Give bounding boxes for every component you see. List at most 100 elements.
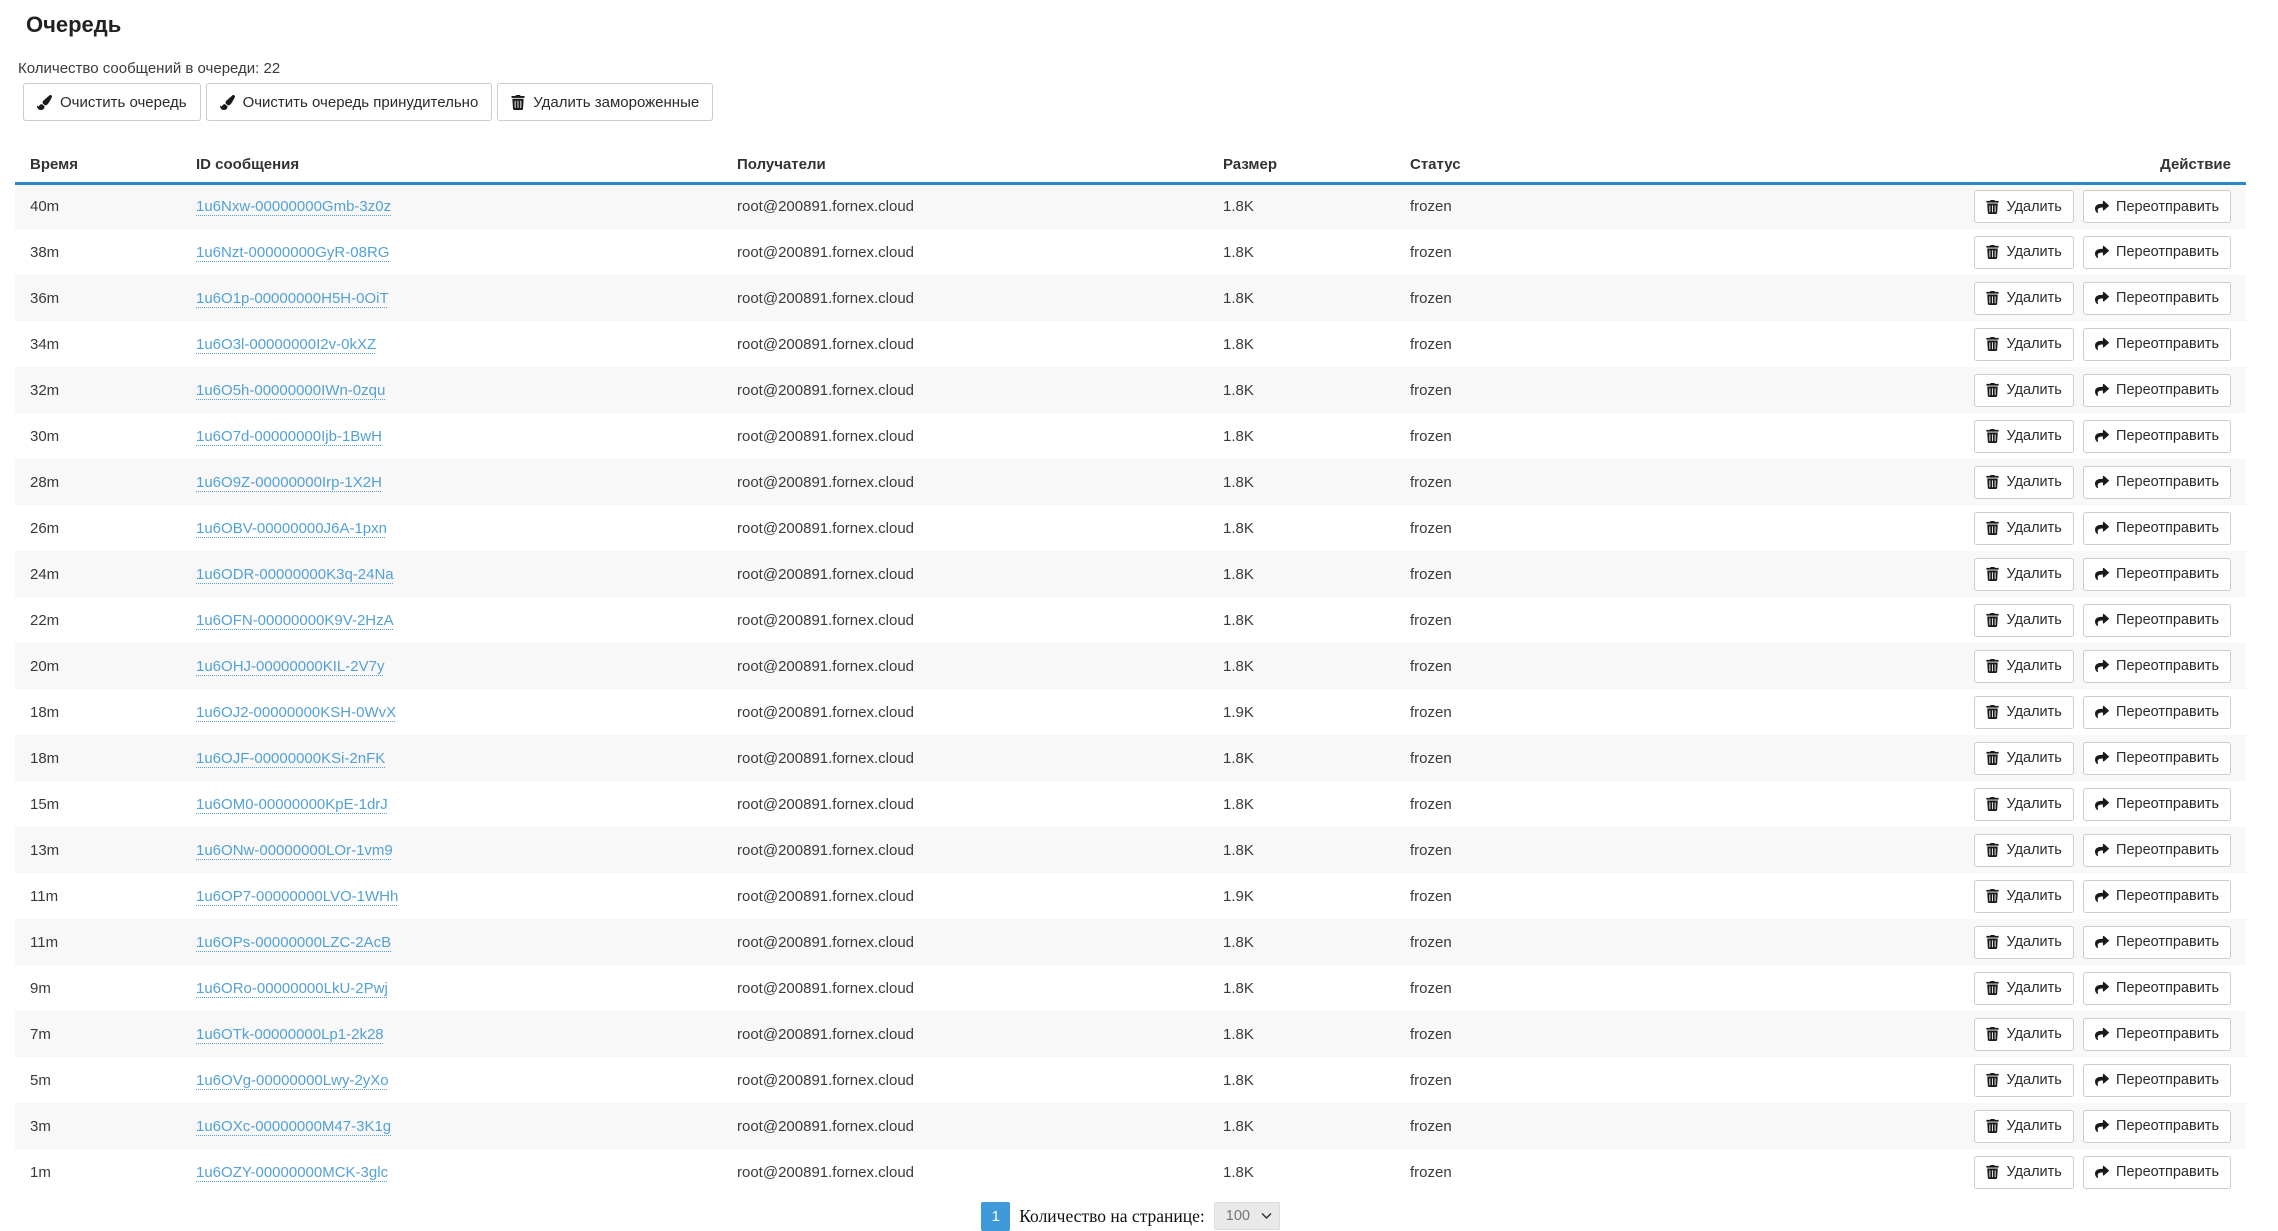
delete-message-button[interactable]: Удалить (1974, 282, 2073, 315)
message-id-link[interactable]: 1u6OP7-00000000LVO-1WHh (196, 888, 398, 905)
message-id-link[interactable]: 1u6ONw-00000000LOr-1vm9 (196, 842, 393, 859)
delete-message-button[interactable]: Удалить (1974, 604, 2073, 637)
delete-message-button[interactable]: Удалить (1974, 788, 2073, 821)
message-id-link[interactable]: 1u6OTk-00000000Lp1-2k28 (196, 1026, 384, 1043)
trash-icon (1986, 383, 1999, 397)
resend-message-button[interactable]: Переотправить (2083, 1064, 2231, 1097)
resend-message-button[interactable]: Переотправить (2083, 834, 2231, 867)
resend-message-button[interactable]: Переотправить (2083, 466, 2231, 499)
resend-message-button[interactable]: Переотправить (2083, 374, 2231, 407)
row-size: 1.9K (1208, 689, 1395, 735)
delete-message-button[interactable]: Удалить (1974, 742, 2073, 775)
message-id-link[interactable]: 1u6OZY-00000000MCK-3glc (196, 1164, 388, 1181)
resend-message-button[interactable]: Переотправить (2083, 696, 2231, 729)
message-id-link[interactable]: 1u6OJ2-00000000KSH-0WvX (196, 704, 396, 721)
table-row: 11m 1u6OP7-00000000LVO-1WHh root@200891.… (15, 873, 2246, 919)
message-id-link[interactable]: 1u6OFN-00000000K9V-2HzA (196, 612, 394, 629)
trash-icon (1986, 981, 1999, 995)
row-time: 34m (15, 321, 181, 367)
button-label: Переотправить (2116, 520, 2219, 536)
force-clear-queue-button[interactable]: Очистить очередь принудительно (206, 83, 493, 121)
share-forward-icon (2095, 751, 2109, 765)
message-id-link[interactable]: 1u6ORo-00000000LkU-2Pwj (196, 980, 388, 997)
delete-message-button[interactable]: Удалить (1974, 558, 2073, 591)
message-id-link[interactable]: 1u6OJF-00000000KSi-2nFK (196, 750, 385, 767)
resend-message-button[interactable]: Переотправить (2083, 190, 2231, 223)
per-page-select[interactable]: 100 (1214, 1202, 1280, 1230)
resend-message-button[interactable]: Переотправить (2083, 328, 2231, 361)
delete-message-button[interactable]: Удалить (1974, 1110, 2073, 1143)
row-recipients: root@200891.fornex.cloud (722, 551, 1208, 597)
delete-message-button[interactable]: Удалить (1974, 374, 2073, 407)
button-label: Удалить (2006, 980, 2061, 996)
delete-message-button[interactable]: Удалить (1974, 972, 2073, 1005)
message-id-link[interactable]: 1u6ODR-00000000K3q-24Na (196, 566, 394, 583)
resend-message-button[interactable]: Переотправить (2083, 558, 2231, 591)
button-label: Переотправить (2116, 750, 2219, 766)
row-time: 13m (15, 827, 181, 873)
message-id-link[interactable]: 1u6OXc-00000000M47-3K1g (196, 1118, 391, 1135)
row-size: 1.8K (1208, 827, 1395, 873)
resend-message-button[interactable]: Переотправить (2083, 604, 2231, 637)
message-id-link[interactable]: 1u6Nxw-00000000Gmb-3z0z (196, 198, 391, 215)
message-id-link[interactable]: 1u6OVg-00000000Lwy-2yXo (196, 1072, 389, 1089)
resend-message-button[interactable]: Переотправить (2083, 788, 2231, 821)
message-id-link[interactable]: 1u6O9Z-00000000Irp-1X2H (196, 474, 382, 491)
button-label: Очистить очередь принудительно (243, 94, 479, 111)
delete-message-button[interactable]: Удалить (1974, 328, 2073, 361)
pagination: 1 Количество на странице: 100 (15, 1201, 2246, 1231)
resend-message-button[interactable]: Переотправить (2083, 1018, 2231, 1051)
row-size: 1.9K (1208, 873, 1395, 919)
button-label: Переотправить (2116, 612, 2219, 628)
message-id-link[interactable]: 1u6Nzt-00000000GyR-08RG (196, 244, 389, 261)
delete-message-button[interactable]: Удалить (1974, 236, 2073, 269)
resend-message-button[interactable]: Переотправить (2083, 650, 2231, 683)
row-recipients: root@200891.fornex.cloud (722, 1103, 1208, 1149)
button-label: Удалить замороженные (533, 94, 699, 111)
column-header-status: Статус (1395, 147, 1776, 183)
message-id-link[interactable]: 1u6O7d-00000000Ijb-1BwH (196, 428, 382, 445)
resend-message-button[interactable]: Переотправить (2083, 742, 2231, 775)
resend-message-button[interactable]: Переотправить (2083, 926, 2231, 959)
column-header-recipients: Получатели (722, 147, 1208, 183)
resend-message-button[interactable]: Переотправить (2083, 1110, 2231, 1143)
trash-icon (1986, 567, 1999, 581)
row-recipients: root@200891.fornex.cloud (722, 1149, 1208, 1195)
delete-message-button[interactable]: Удалить (1974, 696, 2073, 729)
delete-message-button[interactable]: Удалить (1974, 190, 2073, 223)
delete-message-button[interactable]: Удалить (1974, 1064, 2073, 1097)
row-status: frozen (1395, 689, 1776, 735)
clear-queue-button[interactable]: Очистить очередь (23, 83, 201, 121)
delete-message-button[interactable]: Удалить (1974, 512, 2073, 545)
resend-message-button[interactable]: Переотправить (2083, 282, 2231, 315)
resend-message-button[interactable]: Переотправить (2083, 1156, 2231, 1189)
resend-message-button[interactable]: Переотправить (2083, 972, 2231, 1005)
delete-message-button[interactable]: Удалить (1974, 1156, 2073, 1189)
message-id-link[interactable]: 1u6O5h-00000000IWn-0zqu (196, 382, 385, 399)
delete-message-button[interactable]: Удалить (1974, 420, 2073, 453)
delete-message-button[interactable]: Удалить (1974, 650, 2073, 683)
page-number-button[interactable]: 1 (981, 1202, 1010, 1231)
delete-frozen-button[interactable]: Удалить замороженные (497, 83, 713, 121)
button-label: Переотправить (2116, 1164, 2219, 1180)
message-id-link[interactable]: 1u6OBV-00000000J6A-1pxn (196, 520, 387, 537)
message-id-link[interactable]: 1u6O3l-00000000I2v-0kXZ (196, 336, 376, 353)
table-row: 5m 1u6OVg-00000000Lwy-2yXo root@200891.f… (15, 1057, 2246, 1103)
message-id-link[interactable]: 1u6OHJ-00000000KIL-2V7y (196, 658, 384, 675)
delete-message-button[interactable]: Удалить (1974, 834, 2073, 867)
delete-message-button[interactable]: Удалить (1974, 926, 2073, 959)
message-id-link[interactable]: 1u6O1p-00000000H5H-0OiT (196, 290, 389, 307)
delete-message-button[interactable]: Удалить (1974, 466, 2073, 499)
message-id-link[interactable]: 1u6OM0-00000000KpE-1drJ (196, 796, 388, 813)
message-id-link[interactable]: 1u6OPs-00000000LZC-2AcB (196, 934, 391, 951)
resend-message-button[interactable]: Переотправить (2083, 236, 2231, 269)
resend-message-button[interactable]: Переотправить (2083, 512, 2231, 545)
resend-message-button[interactable]: Переотправить (2083, 420, 2231, 453)
delete-message-button[interactable]: Удалить (1974, 1018, 2073, 1051)
row-recipients: root@200891.fornex.cloud (722, 689, 1208, 735)
resend-message-button[interactable]: Переотправить (2083, 880, 2231, 913)
delete-message-button[interactable]: Удалить (1974, 880, 2073, 913)
trash-icon (1986, 935, 1999, 949)
table-row: 7m 1u6OTk-00000000Lp1-2k28 root@200891.f… (15, 1011, 2246, 1057)
share-forward-icon (2095, 981, 2109, 995)
